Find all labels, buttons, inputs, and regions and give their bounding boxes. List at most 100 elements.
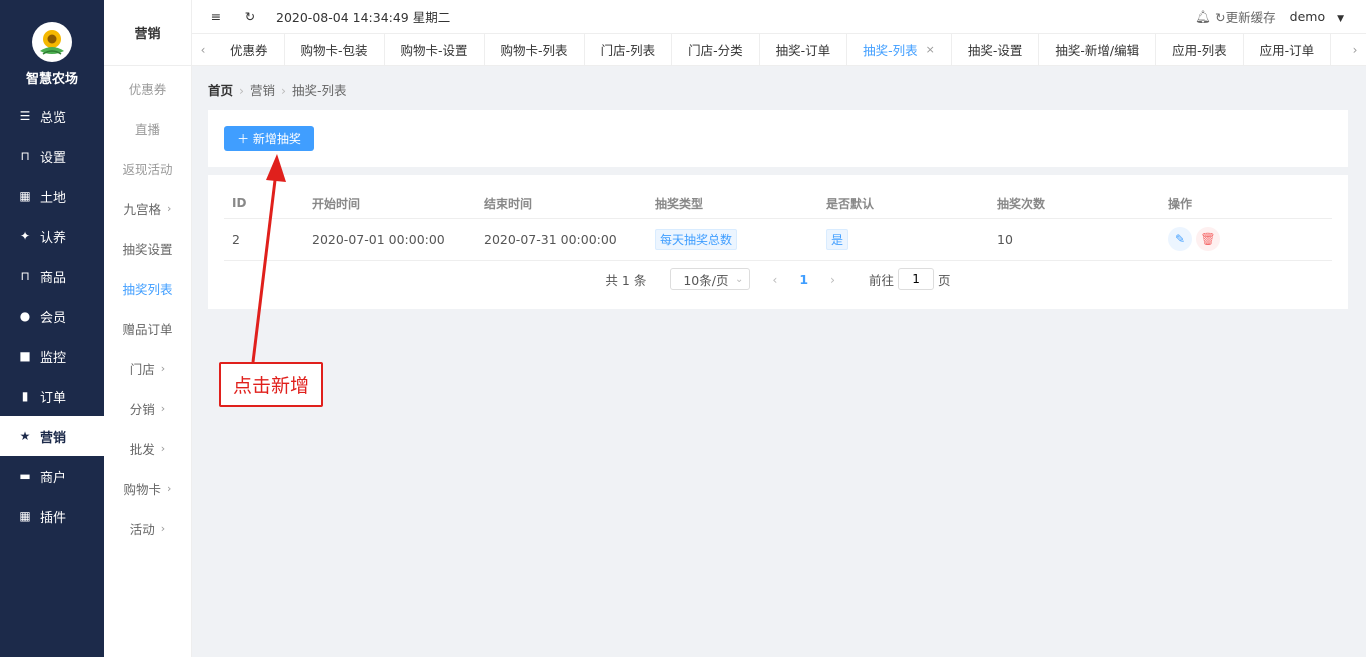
tab-app-orders[interactable]: 应用-订单	[1244, 34, 1332, 65]
refresh-cache-label: 更新缓存	[1225, 10, 1276, 25]
tab-label: 优惠券	[230, 43, 268, 58]
nav-members[interactable]: ● 会员	[0, 296, 104, 336]
sub-item-label: 返现活动	[122, 161, 173, 177]
nav-adopt[interactable]: ✦ 认养	[0, 216, 104, 256]
pagination-total: 共 1 条	[605, 272, 647, 288]
tabs-scroll-right-icon[interactable]: ›	[1344, 34, 1366, 65]
grid-icon: ▦	[19, 189, 31, 203]
annotation-arrow	[251, 154, 286, 363]
sub-item-coupon[interactable]: 优惠券	[104, 68, 191, 108]
nav-settings[interactable]: ⊓ 设置	[0, 136, 104, 176]
nav-goods[interactable]: ⊓ 商品	[0, 256, 104, 296]
goto-page-input[interactable]	[898, 268, 935, 290]
nav-label: 订单	[40, 390, 67, 406]
close-icon[interactable]: ×	[926, 43, 935, 56]
chevron-right-icon: ›	[160, 521, 166, 535]
pagination: 共 1 条 10条/页 ⌄ ‹ 1 › 前往 页	[208, 268, 1348, 290]
sub-item-lottery-settings[interactable]: 抽奖设置	[104, 228, 191, 268]
tab-card-list[interactable]: 购物卡-列表	[485, 34, 585, 65]
nav-orders[interactable]: ▮ 订单	[0, 376, 104, 416]
bag-icon: ⊓	[20, 149, 30, 163]
cell-end-time: 2020-07-31 00:00:00	[476, 218, 647, 261]
nav-overview[interactable]: ☰ 总览	[0, 96, 104, 136]
column-header: 结束时间	[476, 189, 647, 219]
sub-item-label: 抽奖列表	[122, 281, 173, 297]
tab-app-list[interactable]: 应用-列表	[1156, 34, 1244, 65]
sub-item-live[interactable]: 直播	[104, 108, 191, 148]
tab-label: 门店-列表	[600, 43, 656, 58]
sub-item-label: 抽奖设置	[122, 241, 173, 257]
nav-label: 监控	[40, 350, 67, 366]
reload-icon[interactable]: ↻	[242, 9, 258, 24]
main-sidebar: 智慧农场 ☰ 总览 ⊓ 设置 ▦ 土地 ✦ 认养 ⊓ 商品 ● 会员 ■ 监控 ▮ 订单 ★ 营销…	[0, 0, 104, 657]
tab-coupon[interactable]: 优惠券	[214, 34, 285, 65]
user-menu[interactable]: demo ▼	[1290, 9, 1344, 24]
tab-card-settings[interactable]: 购物卡-设置	[385, 34, 485, 65]
prev-page-icon[interactable]: ‹	[772, 272, 777, 287]
cell-type: 每天抽奖总数	[647, 218, 818, 261]
bell-icon[interactable]: 🔔︎	[1195, 9, 1211, 25]
tab-lottery-list[interactable]: 抽奖-列表 ×	[847, 34, 952, 65]
nav-plugins[interactable]: ▦ 插件	[0, 496, 104, 536]
tabs-scroll-left-icon[interactable]: ‹	[192, 34, 214, 65]
edit-icon[interactable]: ✎	[1168, 227, 1192, 251]
sunflower-logo-icon	[32, 22, 72, 62]
menu-toggle-icon[interactable]: ≡	[208, 9, 224, 24]
brand-logo[interactable]: 智慧农场	[0, 0, 104, 96]
sub-item-label: 活动	[129, 521, 155, 537]
sub-item-stores[interactable]: 门店 ›	[104, 348, 191, 388]
sub-item-wholesale[interactable]: 批发 ›	[104, 428, 191, 468]
nav-merchants[interactable]: ▬ 商户	[0, 456, 104, 496]
nav-label: 插件	[40, 510, 67, 526]
sub-item-lottery-list[interactable]: 抽奖列表	[104, 268, 191, 308]
breadcrumb-separator: ›	[281, 83, 287, 98]
tab-lottery-orders[interactable]: 抽奖-订单	[760, 34, 848, 65]
table-panel: ID 开始时间 结束时间 抽奖类型 是否默认 抽奖次数 操作 2 2020-07…	[208, 175, 1348, 309]
table-row: 2 2020-07-01 00:00:00 2020-07-31 00:00:0…	[224, 218, 1332, 261]
add-lottery-button[interactable]: ＋ 新增抽奖	[224, 126, 314, 151]
next-page-icon[interactable]: ›	[830, 272, 835, 287]
plus-icon: ＋	[237, 132, 250, 146]
current-datetime: 2020-08-04 14:34:49 星期二	[276, 10, 451, 25]
nav-land[interactable]: ▦ 土地	[0, 176, 104, 216]
page-number[interactable]: 1	[799, 272, 808, 287]
column-header: 开始时间	[304, 189, 476, 219]
nav-label: 商户	[40, 470, 67, 486]
sub-item-distribution[interactable]: 分销 ›	[104, 388, 191, 428]
breadcrumb-home[interactable]: 首页	[208, 83, 233, 98]
tab-label: 抽奖-设置	[967, 43, 1023, 58]
cell-start-time: 2020-07-01 00:00:00	[304, 218, 476, 261]
sub-item-gift-orders[interactable]: 赠品订单	[104, 308, 191, 348]
trash-icon[interactable]: 🗑︎	[1196, 227, 1220, 251]
tab-store-list[interactable]: 门店-列表	[585, 34, 673, 65]
user-name: demo	[1289, 9, 1326, 24]
sub-item-cashback[interactable]: 返现活动	[104, 148, 191, 188]
chevron-right-icon: ›	[160, 361, 166, 375]
clipboard-icon: ▮	[21, 389, 29, 403]
column-header: 抽奖类型	[647, 189, 818, 219]
tab-lottery-settings[interactable]: 抽奖-设置	[952, 34, 1040, 65]
sub-item-shopping-card[interactable]: 购物卡 ›	[104, 468, 191, 508]
nav-marketing[interactable]: ★ 营销	[0, 416, 104, 456]
toolbar-panel: ＋ 新增抽奖	[208, 110, 1348, 167]
sub-item-label: 门店	[129, 361, 155, 377]
top-bar-right: 🔔︎ ↻更新缓存 demo ▼	[1195, 7, 1366, 26]
column-header: 抽奖次数	[989, 189, 1160, 219]
tab-lottery-edit[interactable]: 抽奖-新增/编辑	[1039, 34, 1157, 65]
sub-item-label: 九宫格	[123, 201, 162, 217]
nav-monitor[interactable]: ■ 监控	[0, 336, 104, 376]
tab-store-category[interactable]: 门店-分类	[672, 34, 760, 65]
chevron-right-icon: ›	[160, 441, 166, 455]
breadcrumb-section[interactable]: 营销	[250, 83, 275, 98]
sub-item-ninegrid[interactable]: 九宫格 ›	[104, 188, 191, 228]
sub-item-activity[interactable]: 活动 ›	[104, 508, 191, 548]
tab-card-package[interactable]: 购物卡-包装	[285, 34, 385, 65]
column-header: 是否默认	[818, 189, 989, 219]
tab-label: 购物卡-列表	[500, 43, 568, 58]
tab-label: 门店-分类	[688, 43, 743, 58]
star-icon: ★	[19, 429, 31, 443]
refresh-cache-button[interactable]: ↻更新缓存	[1215, 7, 1276, 26]
grid-icon: ▦	[19, 509, 31, 523]
page-size-select[interactable]: 10条/页 ⌄	[670, 268, 751, 290]
cell-actions: ✎ 🗑︎	[1160, 218, 1332, 261]
